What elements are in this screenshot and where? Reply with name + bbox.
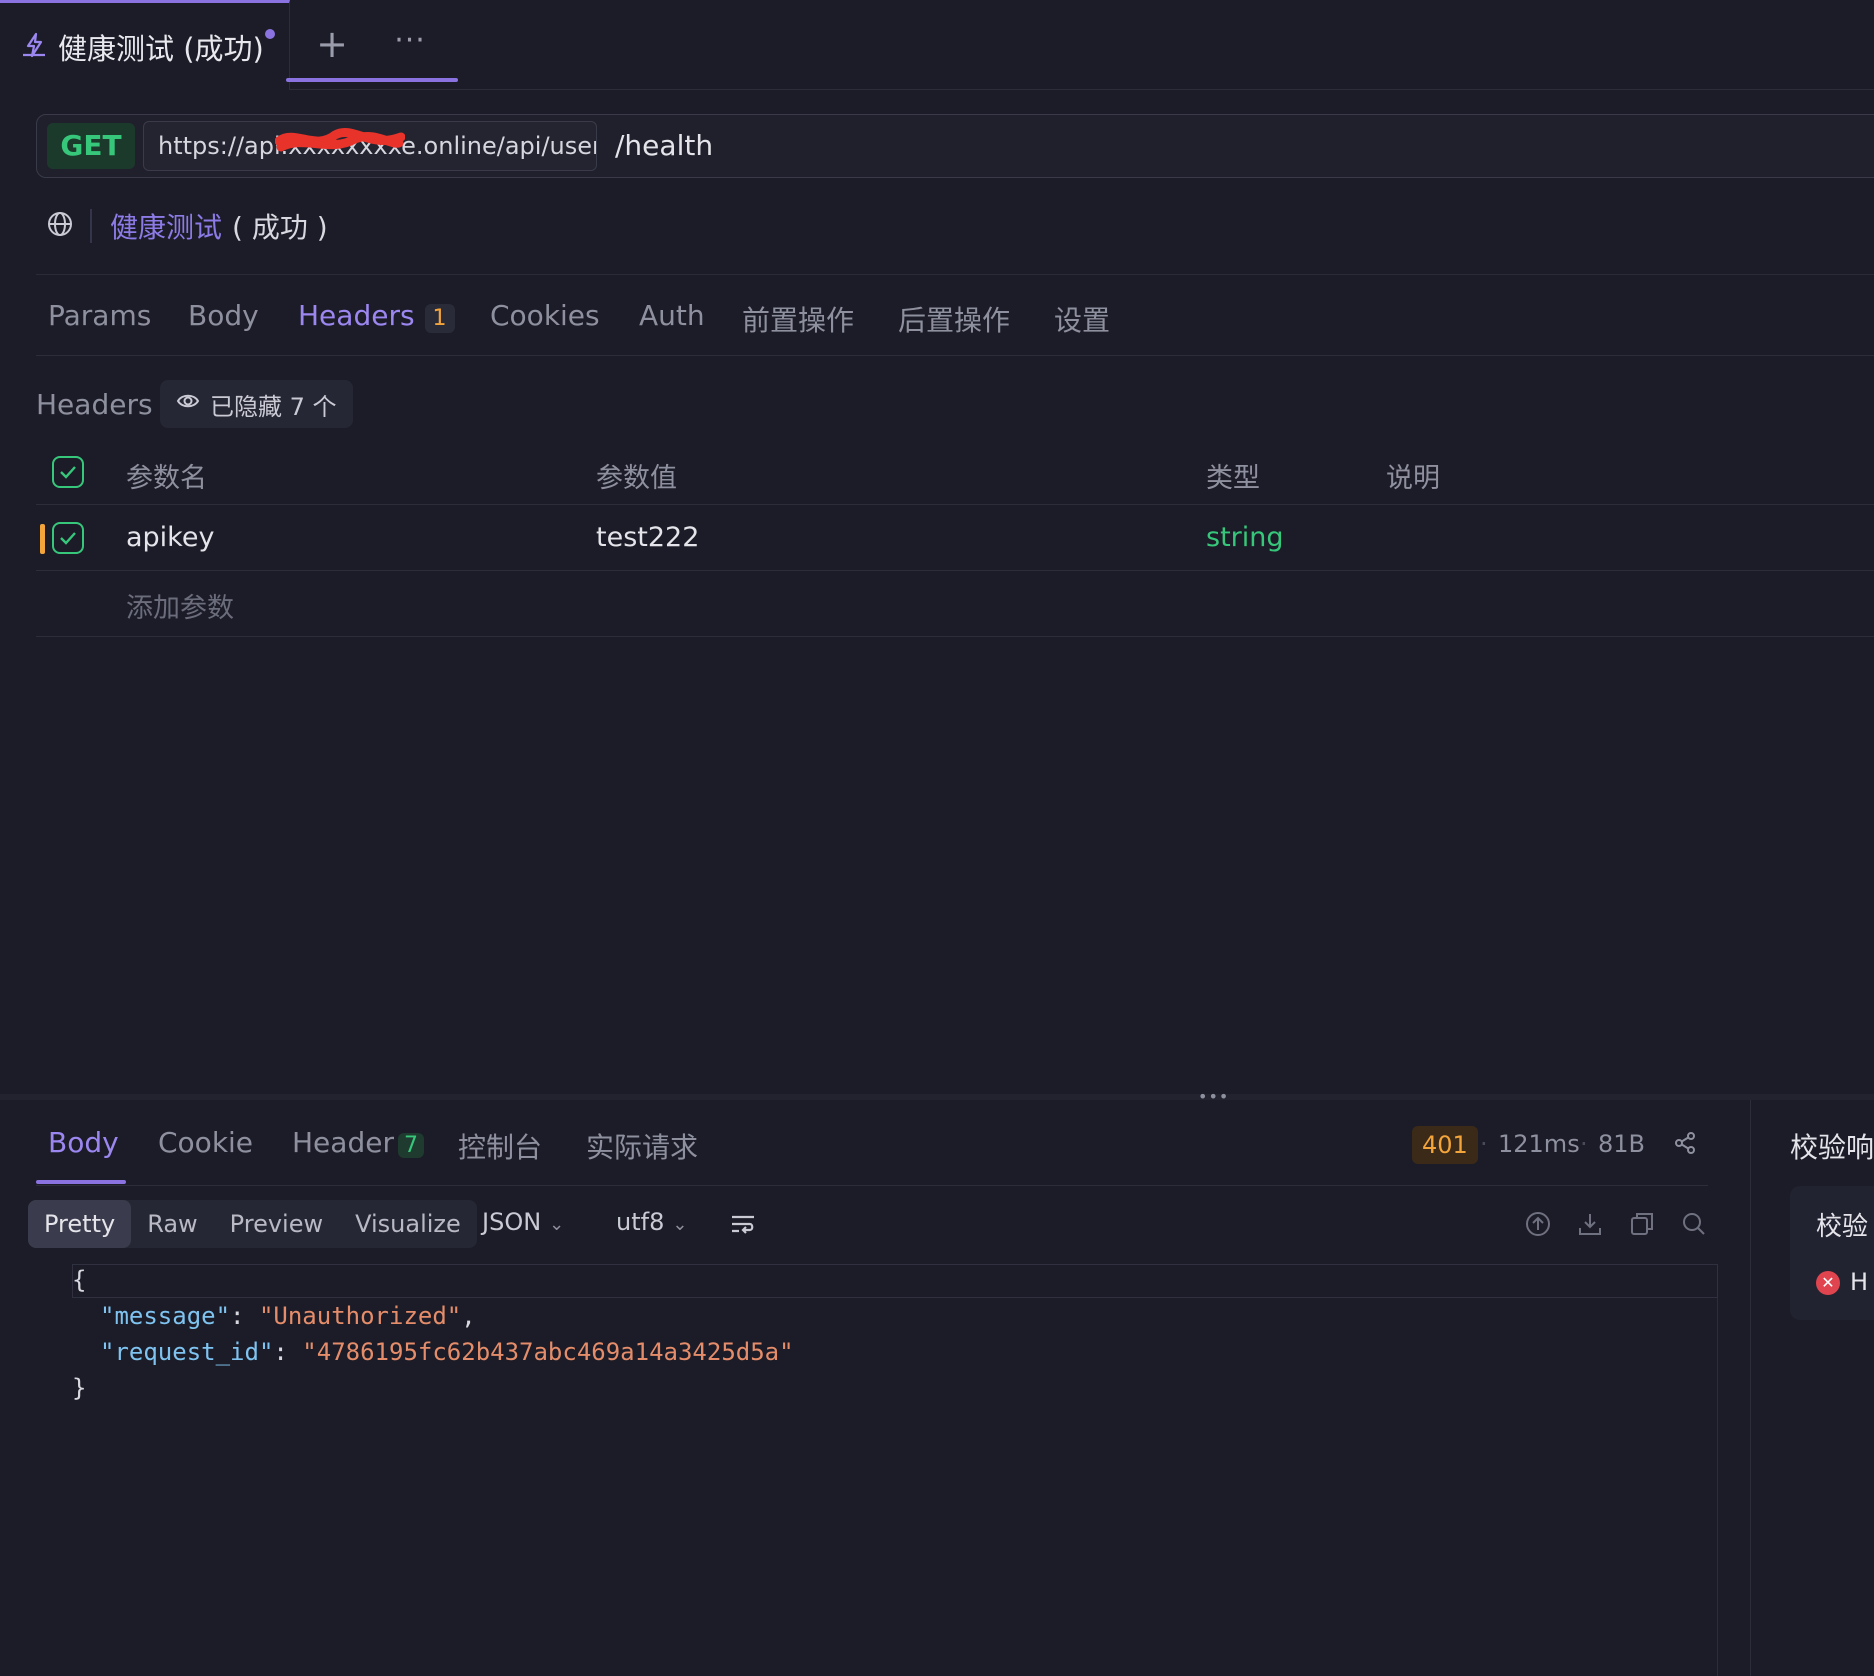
tab-response-header[interactable]: Header 7 [292, 1126, 424, 1159]
row-divider [36, 636, 1874, 637]
tab-params[interactable]: Params [48, 299, 151, 332]
chevron-down-icon: ⌄ [549, 1214, 565, 1235]
active-response-tab-indicator [36, 1180, 126, 1184]
code-brace-open: { [72, 1266, 87, 1294]
code-line-message: "message": "Unauthorized", [100, 1302, 476, 1330]
tab-pre-actions[interactable]: 前置操作 [742, 299, 854, 339]
column-header-value: 参数值 [596, 463, 677, 494]
error-icon: ✕ [1816, 1271, 1840, 1295]
encoding-value: utf8 [616, 1208, 665, 1236]
modified-row-marker [40, 524, 45, 554]
eye-icon [176, 389, 200, 419]
language-value: JSON [482, 1208, 542, 1236]
name-row: 健康测试 ( 成功 ) [46, 206, 328, 246]
response-header-count: 7 [397, 1133, 424, 1158]
tab-response-body[interactable]: Body [48, 1126, 119, 1159]
add-param-input[interactable]: 添加参数 [126, 586, 234, 625]
json-string: "4786195fc62b437abc469a14a3425d5a" [302, 1338, 794, 1366]
search-icon[interactable] [1680, 1210, 1708, 1242]
code-brace-close: } [72, 1374, 87, 1402]
path-input[interactable]: /health [615, 121, 713, 171]
method-select[interactable]: GET [47, 123, 135, 169]
headers-section-label: Headers [36, 388, 153, 421]
request-name-link[interactable]: 健康测试 [110, 206, 222, 246]
row-divider [36, 570, 1874, 571]
request-tabs: Params Body Headers 1 Cookies Auth 前置操作 后… [36, 274, 1874, 356]
tab-cookies[interactable]: Cookies [490, 299, 600, 332]
meta-separator: · [1580, 1130, 1588, 1158]
param-value-cell[interactable]: test222 [596, 522, 699, 553]
tab-console[interactable]: 控制台 [458, 1126, 542, 1166]
assertion-result-text: H [1850, 1268, 1869, 1296]
format-raw-button[interactable]: Raw [131, 1200, 213, 1248]
headers-count-badge: 1 [424, 304, 455, 333]
tab-post-actions[interactable]: 后置操作 [898, 299, 1010, 339]
splitter-grip-icon[interactable]: ••• [1198, 1089, 1229, 1105]
tab-actual-request[interactable]: 实际请求 [586, 1126, 698, 1166]
tab-response-header-label: Header [292, 1126, 394, 1159]
meta-separator: · [1480, 1130, 1488, 1158]
tab-active[interactable]: 健康测试 (成功) [0, 0, 290, 90]
assertions-title: 校验响 [1790, 1131, 1874, 1164]
row-divider [36, 504, 1874, 505]
param-name-cell[interactable]: apikey [126, 522, 214, 553]
json-string: "Unauthorized" [258, 1302, 462, 1330]
json-key: "request_id" [100, 1338, 274, 1366]
share-icon[interactable] [1672, 1130, 1698, 1160]
param-type-cell[interactable]: string [1206, 522, 1284, 553]
assertion-result: ✕ H [1816, 1268, 1868, 1296]
column-header-name: 参数名 [126, 463, 207, 494]
api-icon [20, 31, 48, 63]
status-code-badge: 401 [1412, 1126, 1478, 1164]
assertion-card-title: 校验 [1816, 1212, 1869, 1242]
active-tab-indicator [286, 78, 458, 82]
copy-icon[interactable] [1628, 1210, 1656, 1242]
format-visualize-button[interactable]: Visualize [339, 1200, 477, 1248]
select-all-checkbox[interactable] [52, 456, 84, 488]
json-key: "message" [100, 1302, 231, 1330]
word-wrap-icon[interactable] [730, 1212, 756, 1240]
column-header-type: 类型 [1206, 463, 1260, 494]
panel-splitter[interactable] [0, 1094, 1874, 1100]
download-icon[interactable] [1576, 1210, 1604, 1242]
tab-auth[interactable]: Auth [639, 299, 705, 332]
code-line-request-id: "request_id": "4786195fc62b437abc469a14a… [100, 1338, 794, 1366]
tab-headers[interactable]: Headers 1 [298, 299, 455, 333]
format-toggle-group: Pretty Raw Preview Visualize [28, 1200, 477, 1248]
divider [90, 209, 92, 243]
row-enable-checkbox[interactable] [52, 522, 84, 554]
current-line-highlight [72, 1264, 1718, 1298]
tab-headers-label: Headers [298, 299, 415, 332]
tab-title: 健康测试 (成功) [58, 31, 264, 66]
encoding-dropdown[interactable]: utf8 ⌄ [616, 1208, 687, 1236]
more-tabs-button[interactable]: ··· [390, 24, 430, 64]
check-icon [60, 532, 76, 545]
response-time: 121ms [1498, 1130, 1580, 1158]
url-bar: GET https://api.xxxxxxxxe.online/api/use… [36, 114, 1874, 178]
format-pretty-button[interactable]: Pretty [28, 1200, 132, 1248]
language-dropdown[interactable]: JSON ⌄ [482, 1208, 564, 1236]
hidden-headers-button[interactable]: 已隐藏 7 个 [160, 380, 353, 428]
tab-response-cookie[interactable]: Cookie [158, 1126, 253, 1159]
check-icon [60, 466, 76, 479]
add-tab-button[interactable]: + [312, 24, 352, 64]
hidden-headers-label: 已隐藏 7 个 [210, 392, 337, 421]
format-preview-button[interactable]: Preview [214, 1200, 339, 1248]
chevron-down-icon: ⌄ [672, 1214, 688, 1235]
response-size: 81B [1598, 1130, 1646, 1158]
column-header-description: 说明 [1386, 463, 1440, 494]
tab-settings[interactable]: 设置 [1054, 299, 1110, 339]
redaction-scribble [275, 128, 405, 152]
request-status: ( 成功 ) [232, 211, 328, 244]
globe-icon[interactable] [46, 210, 74, 242]
upload-icon[interactable] [1524, 1210, 1552, 1242]
tab-body[interactable]: Body [188, 299, 259, 332]
unsaved-dot-icon [265, 29, 275, 39]
